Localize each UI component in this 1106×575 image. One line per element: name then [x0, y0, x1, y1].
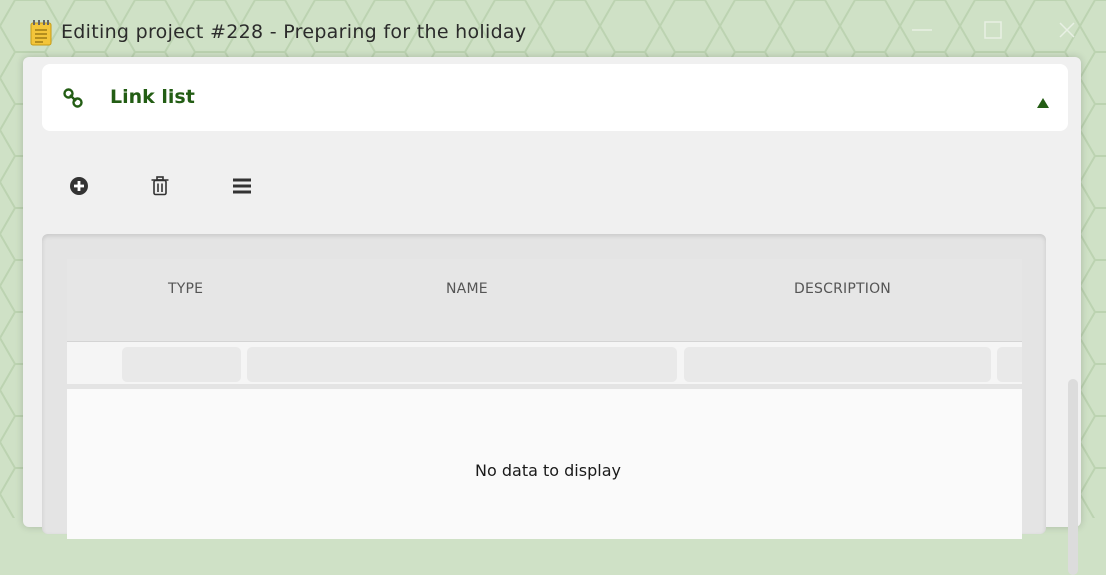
grid-header-row: TYPE NAME DESCRIPTION [67, 259, 1022, 342]
column-header-name[interactable]: NAME [446, 281, 488, 297]
edit-project-dialog: Link list TYPE NAME DESCRIPTION No data … [23, 57, 1081, 575]
collapse-arrow-icon[interactable] [1037, 98, 1049, 108]
column-header-type[interactable]: TYPE [168, 281, 203, 297]
empty-state-text: No data to display [475, 461, 621, 480]
close-icon[interactable] [1055, 18, 1079, 42]
link-grid: TYPE NAME DESCRIPTION No data to display [67, 259, 1022, 539]
menu-icon[interactable] [231, 175, 253, 197]
maximize-icon[interactable] [981, 18, 1005, 42]
description-filter-input[interactable] [684, 347, 991, 382]
minimize-icon[interactable] [910, 18, 934, 42]
add-circle-icon[interactable] [68, 175, 90, 197]
window-title: Editing project #228 - Preparing for the… [61, 21, 527, 43]
trash-icon[interactable] [149, 175, 171, 197]
link-icon [63, 88, 83, 108]
vertical-scrollbar[interactable] [1068, 379, 1078, 575]
column-header-description[interactable]: DESCRIPTION [794, 281, 891, 297]
type-filter-input[interactable] [122, 347, 241, 382]
link-grid-container: TYPE NAME DESCRIPTION No data to display [42, 234, 1046, 539]
notepad-icon [30, 20, 52, 46]
grid-body: No data to display [67, 389, 1022, 539]
extra-filter-input[interactable] [997, 347, 1022, 382]
link-list-panel-header[interactable]: Link list [42, 64, 1068, 131]
window-titlebar[interactable]: Editing project #228 - Preparing for the… [0, 0, 1106, 62]
panel-title: Link list [110, 86, 195, 108]
grid-filter-row [67, 342, 1022, 384]
name-filter-input[interactable] [247, 347, 677, 382]
